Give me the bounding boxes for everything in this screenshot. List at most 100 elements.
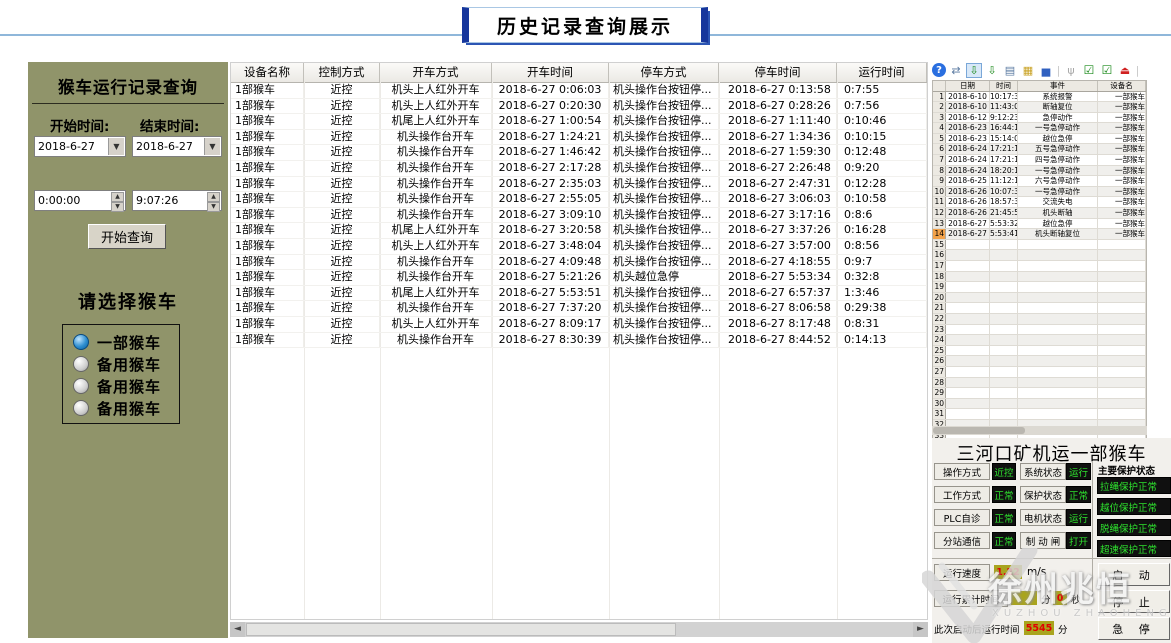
scrollbar-thumb[interactable] [246,623,676,636]
event-row[interactable]: 12 2018-6-26 21:45:54 机头断轴 一部猴车 [933,208,1146,219]
radio-icon[interactable] [73,400,89,416]
table-row[interactable]: 1部猴车 近控 机头操作台开车 2018-6-27 2:17:28 机头操作台按… [231,161,927,177]
event-row[interactable]: 30 [933,399,1146,410]
radio-icon[interactable] [73,378,89,394]
event-row[interactable]: 29 [933,388,1146,399]
scroll-right-icon[interactable]: ► [913,622,928,637]
column-header[interactable]: 设备名 [1098,81,1146,91]
column-header[interactable]: 运行时间 [837,63,927,82]
event-row[interactable]: 5 2018-6-23 15:14:01 越位急停 一部猴车 [933,134,1146,145]
column-header[interactable]: 时间 [990,81,1018,91]
table-row[interactable]: 1部猴车 近控 机头操作台开车 2018-6-27 2:55:05 机头操作台按… [231,192,927,208]
toolbar-icon[interactable]: ☑ [1099,63,1115,78]
radio-icon[interactable] [73,356,89,372]
emergency-stop-button[interactable]: 急 停 [1098,617,1170,640]
event-row[interactable]: 25 [933,346,1146,357]
toolbar-icon[interactable]: ☑ [1081,63,1097,78]
event-row[interactable]: 3 2018-6-12 9:12:23 急停动作 一部猴车 [933,113,1146,124]
column-header[interactable]: 控制方式 [304,63,380,82]
table-row[interactable]: 1部猴车 近控 机头操作台开车 2018-6-27 2:35:03 机头操作台按… [231,177,927,193]
car-radio-option[interactable]: 一部猴车 [73,331,179,353]
toolbar-icon[interactable]: ⇩ [984,63,1000,78]
spin-down-icon[interactable]: ▼ [207,202,220,212]
toolbar-icon[interactable]: ⇩ [966,63,982,78]
toolbar-icon[interactable]: ▦ [1020,63,1036,78]
event-row[interactable]: 20 [933,293,1146,304]
event-row[interactable]: 13 2018-6-27 5:53:32 越位急停 一部猴车 [933,219,1146,230]
scrollbar-thumb[interactable] [933,427,1025,434]
toolbar-icon[interactable]: ▤ [1002,63,1018,78]
event-row[interactable]: 27 [933,367,1146,378]
event-row[interactable]: 15 [933,240,1146,251]
toolbar-icon[interactable]: ⏏ [1117,63,1133,78]
event-row[interactable]: 8 2018-6-24 18:20:16 一号急停动作 一部猴车 [933,166,1146,177]
end-time-spinner[interactable]: 9:07:26 ▲▼ [132,190,222,211]
event-row[interactable]: 2 2018-6-10 11:43:07 断轴复位 一部猴车 [933,102,1146,113]
table-row[interactable]: 1部猴车 近控 机头上人红外开车 2018-6-27 3:48:04 机头操作台… [231,239,927,255]
table-row[interactable]: 1部猴车 近控 机尾上人红外开车 2018-6-27 3:20:58 机头操作台… [231,223,927,239]
toolbar-icon[interactable]: | [1056,63,1061,78]
event-row[interactable]: 23 [933,325,1146,336]
radio-icon[interactable] [73,334,89,350]
event-row[interactable]: 21 [933,303,1146,314]
event-row[interactable]: 14 2018-6-27 5:53:41 机头断轴复位 一部猴车 [933,229,1146,240]
car-radio-option[interactable]: 备用猴车 [73,397,179,419]
table-row[interactable]: 1部猴车 近控 机头上人红外开车 2018-6-27 0:20:30 机头操作台… [231,99,927,115]
car-radio-option[interactable]: 备用猴车 [73,375,179,397]
stop-button[interactable]: 停 止 [1098,590,1170,613]
table-row[interactable]: 1部猴车 近控 机头操作台开车 2018-6-27 1:46:42 机头操作台按… [231,145,927,161]
table-row[interactable]: 1部猴车 近控 机头上人红外开车 2018-6-27 8:09:17 机头操作台… [231,317,927,333]
table-row[interactable]: 1部猴车 近控 机头操作台开车 2018-6-27 3:09:10 机头操作台按… [231,208,927,224]
spin-up-icon[interactable]: ▲ [111,192,124,202]
start-date-picker[interactable]: 2018-6-27 ▼ [34,136,126,157]
car-radio-option[interactable]: 备用猴车 [73,353,179,375]
column-header[interactable]: 设备名称 [231,63,304,82]
event-row[interactable]: 6 2018-6-24 17:21:15 五号急停动作 一部猴车 [933,144,1146,155]
event-row[interactable]: 16 [933,250,1146,261]
table-row[interactable]: 1部猴车 近控 机头操作台开车 2018-6-27 5:21:26 机头越位急停… [231,270,927,286]
start-button[interactable]: 启 动 [1098,563,1170,586]
event-row[interactable]: 10 2018-6-26 10:07:30 一号急停动作 一部猴车 [933,187,1146,198]
event-row[interactable]: 26 [933,356,1146,367]
column-header[interactable]: 事件 [1018,81,1098,91]
event-row[interactable]: 28 [933,378,1146,389]
table-row[interactable]: 1部猴车 近控 机头操作台开车 2018-6-27 4:09:48 机头操作台按… [231,255,927,271]
column-header[interactable]: 停车时间 [719,63,837,82]
end-date-picker[interactable]: 2018-6-27 ▼ [132,136,222,157]
toolbar-icon[interactable]: ⇄ [948,63,964,78]
table-row[interactable]: 1部猴车 近控 机尾上人红外开车 2018-6-27 1:00:54 机头操作台… [231,114,927,130]
table-row[interactable]: 1部猴车 近控 机头上人红外开车 2018-6-27 0:06:03 机头操作台… [231,83,927,99]
toolbar-icon[interactable]: ? [932,63,946,77]
event-row[interactable]: 19 [933,282,1146,293]
table-row[interactable]: 1部猴车 近控 机头操作台开车 2018-6-27 1:24:21 机头操作台按… [231,130,927,146]
event-row[interactable]: 22 [933,314,1146,325]
table-row[interactable]: 1部猴车 近控 机头操作台开车 2018-6-27 7:37:20 机头操作台按… [231,301,927,317]
event-row[interactable]: 24 [933,335,1146,346]
scroll-left-icon[interactable]: ◄ [230,622,245,637]
event-horizontal-scrollbar[interactable] [932,426,1147,435]
start-time-spinner[interactable]: 0:00:00 ▲▼ [34,190,126,211]
table-row[interactable]: 1部猴车 近控 机头操作台开车 2018-6-27 8:30:39 机头操作台按… [231,333,927,349]
chevron-down-icon[interactable]: ▼ [204,138,220,155]
chevron-down-icon[interactable]: ▼ [108,138,124,155]
event-row[interactable]: 17 [933,261,1146,272]
event-row[interactable]: 1 2018-6-10 10:17:37 系统报警 一部猴车 [933,92,1146,103]
table-row[interactable]: 1部猴车 近控 机尾上人红外开车 2018-6-27 5:53:51 机头操作台… [231,286,927,302]
toolbar-icon[interactable]: | [1135,63,1140,78]
toolbar-icon[interactable]: ▅ [1038,63,1054,78]
spin-up-icon[interactable]: ▲ [207,192,220,202]
event-row[interactable]: 4 2018-6-23 16:44:12 一号急停动作 一部猴车 [933,123,1146,134]
horizontal-scrollbar[interactable]: ◄ ► [230,622,928,637]
column-header[interactable]: 停车方式 [609,63,719,82]
start-query-button[interactable]: 开始查询 [88,224,166,249]
event-row[interactable]: 31 [933,409,1146,420]
column-header[interactable]: 日期 [946,81,990,91]
event-row[interactable]: 9 2018-6-25 11:12:17 六号急停动作 一部猴车 [933,176,1146,187]
column-header[interactable]: 开车时间 [492,63,609,82]
spin-down-icon[interactable]: ▼ [111,202,124,212]
event-row[interactable]: 7 2018-6-24 17:21:15 四号急停动作 一部猴车 [933,155,1146,166]
event-row[interactable]: 11 2018-6-26 18:57:30 交流失电 一部猴车 [933,197,1146,208]
event-row[interactable]: 18 [933,272,1146,283]
column-header[interactable]: 开车方式 [380,63,492,82]
toolbar-icon[interactable]: ψ [1063,63,1079,78]
